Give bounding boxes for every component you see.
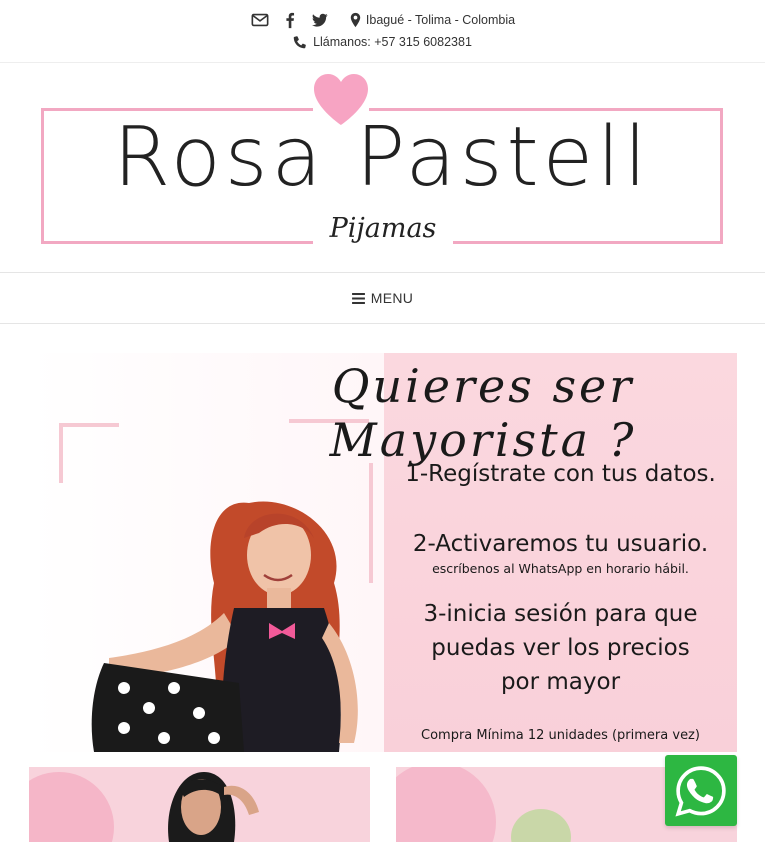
decorative-frame-line	[59, 423, 119, 427]
minimum-order-note: Compra Mínima 12 unidades (primera vez)	[421, 728, 700, 743]
top-contact-row: Ibagué - Tolima - Colombia	[0, 10, 765, 30]
menu-label: MENU	[370, 290, 414, 306]
top-bar: Ibagué - Tolima - Colombia Llámanos: +57…	[0, 0, 765, 63]
step-3: 3-inicia sesión para que puedas ver los …	[423, 601, 698, 695]
decorative-frame-line	[59, 423, 63, 483]
step-2-note: escríbenos al WhatsApp en horario hábil.	[432, 561, 689, 576]
facebook-icon[interactable]	[280, 10, 300, 30]
location-text: Ibagué - Tolima - Colombia	[365, 13, 516, 27]
product-tile[interactable]	[29, 767, 370, 842]
step-1: 1-Regístrate con tus datos.	[405, 461, 716, 487]
map-marker-icon	[350, 12, 361, 28]
wholesale-banner[interactable]: Quieres ser Mayorista ? 1-Regístrate con…	[29, 353, 737, 752]
whatsapp-button[interactable]	[665, 755, 737, 826]
banner-headline: Quieres ser Mayorista ?	[329, 359, 637, 467]
phone-number[interactable]: Llámanos: +57 315 6082381	[313, 35, 472, 49]
phone-icon	[293, 36, 306, 49]
location: Ibagué - Tolima - Colombia	[350, 12, 515, 28]
model-photo	[91, 501, 358, 752]
menu-toggle[interactable]: MENU	[0, 272, 765, 324]
envelope-icon[interactable]	[250, 10, 270, 30]
product-image	[29, 772, 259, 842]
brand-subtitle: Pijamas	[329, 213, 437, 244]
hamburger-icon	[351, 292, 365, 304]
brand-name: Rosa Pastell	[113, 110, 651, 205]
site-logo[interactable]: Rosa Pastell Pijamas	[0, 63, 765, 272]
twitter-icon[interactable]	[310, 10, 330, 30]
whatsapp-icon	[675, 765, 726, 817]
step-2: 2-Activaremos tu usuario.	[412, 531, 709, 557]
phone-row: Llámanos: +57 315 6082381	[0, 35, 765, 49]
